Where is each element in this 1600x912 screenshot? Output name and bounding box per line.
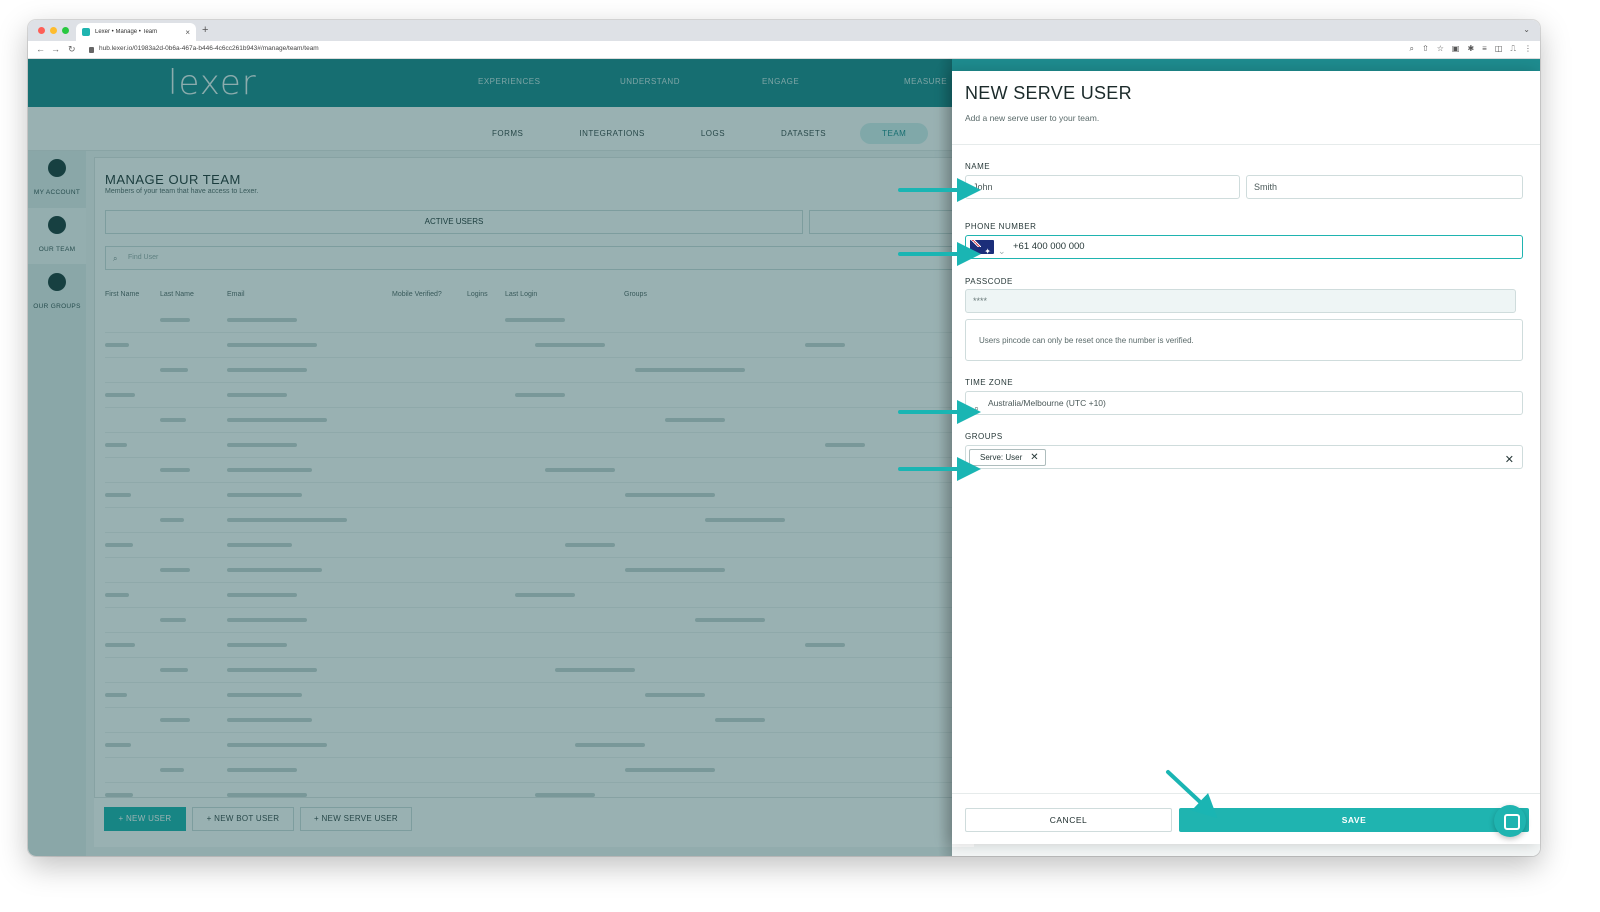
back-icon[interactable]: ← <box>36 44 45 54</box>
profile-icon[interactable]: ⎍ <box>1510 44 1516 54</box>
zoom-icon[interactable]: ⌕ <box>1410 44 1414 54</box>
groups-label: GROUPS <box>965 432 1003 441</box>
remove-chip-icon[interactable]: ✕ <box>1030 450 1038 465</box>
lexer-app: lexer EXPERIENCES UNDERSTAND ENGAGE MEAS… <box>28 59 1540 856</box>
search-icon: ⌕ <box>974 403 980 413</box>
side-panel-icon[interactable]: ◫ <box>1495 44 1503 54</box>
browser-toolbar: ← → ↻ hub.lexer.io/01983a2d-0b6a-467a-b4… <box>28 41 1540 59</box>
maximize-window-icon[interactable] <box>62 27 69 34</box>
drawer-divider <box>952 144 1540 145</box>
passcode-field: **** <box>965 289 1516 313</box>
lexer-favicon-icon <box>82 28 90 36</box>
passcode-note: Users pincode can only be reset once the… <box>965 319 1523 361</box>
new-tab-button[interactable]: + <box>202 24 208 36</box>
australia-flag-icon[interactable] <box>970 240 994 254</box>
passcode-label: PASSCODE <box>965 277 1013 286</box>
browser-extensions: ⌕ ⇧ ☆ ▣ ✱ ≡ ◫ ⎍ ⋮ <box>1410 44 1532 54</box>
chat-launcher-icon[interactable] <box>1494 805 1526 837</box>
last-name-field[interactable]: Smith <box>1246 175 1523 199</box>
puzzle-icon[interactable]: ✱ <box>1467 44 1474 54</box>
group-chip-label: Serve: User <box>980 453 1023 462</box>
browser-menu-icon[interactable]: ⋮ <box>1524 44 1532 54</box>
drawer-title: NEW SERVE USER <box>965 83 1132 103</box>
reload-icon[interactable]: ↻ <box>68 44 76 55</box>
time-zone-select[interactable]: ⌕ Australia/Melbourne (UTC +10) <box>965 391 1523 415</box>
time-zone-label: TIME ZONE <box>965 378 1014 387</box>
group-chip: Serve: User ✕ <box>969 449 1046 466</box>
browser-window: Lexer • Manage • Team × + ⌄ ← → ↻ hub.le… <box>28 20 1540 856</box>
save-button[interactable]: SAVE <box>1179 808 1529 832</box>
drawer-subtitle: Add a new serve user to your team. <box>965 113 1100 123</box>
phone-number-label: PHONE NUMBER <box>965 222 1037 231</box>
phone-number-field[interactable]: ⌄ +61 400 000 000 <box>965 235 1523 259</box>
forward-icon[interactable]: → <box>51 44 60 54</box>
address-bar[interactable]: hub.lexer.io/01983a2d-0b6a-467a-b446-4c6… <box>99 45 319 52</box>
reading-list-icon[interactable]: ≡ <box>1482 44 1487 54</box>
name-label: NAME <box>965 162 991 171</box>
browser-tab[interactable]: Lexer • Manage • Team × <box>76 23 196 41</box>
chevron-down-icon[interactable]: ⌄ <box>998 240 1006 262</box>
extension-icon[interactable]: ▣ <box>1452 44 1460 54</box>
phone-number-value: +61 400 000 000 <box>1013 241 1085 252</box>
groups-multiselect[interactable]: Serve: User ✕ ✕ <box>965 445 1523 469</box>
modal-backdrop[interactable] <box>28 59 952 856</box>
time-zone-value: Australia/Melbourne (UTC +10) <box>988 398 1106 408</box>
new-serve-user-drawer: NEW SERVE USER Add a new serve user to y… <box>952 71 1540 844</box>
lock-icon <box>89 47 94 53</box>
browser-tabstrip: Lexer • Manage • Team × + ⌄ <box>28 20 1540 41</box>
drawer-footer-divider <box>952 793 1540 794</box>
first-name-field[interactable]: John <box>965 175 1240 199</box>
clear-groups-icon[interactable]: ✕ <box>1505 449 1514 471</box>
browser-tab-title: Lexer • Manage • Team <box>95 29 158 35</box>
share-icon[interactable]: ⇧ <box>1422 44 1429 54</box>
cancel-button[interactable]: CANCEL <box>965 808 1172 832</box>
tab-search-chevron-icon[interactable]: ⌄ <box>1523 25 1530 34</box>
bookmark-star-icon[interactable]: ☆ <box>1437 44 1444 54</box>
minimize-window-icon[interactable] <box>50 27 57 34</box>
close-window-icon[interactable] <box>38 27 45 34</box>
tab-close-icon[interactable]: × <box>185 28 190 37</box>
